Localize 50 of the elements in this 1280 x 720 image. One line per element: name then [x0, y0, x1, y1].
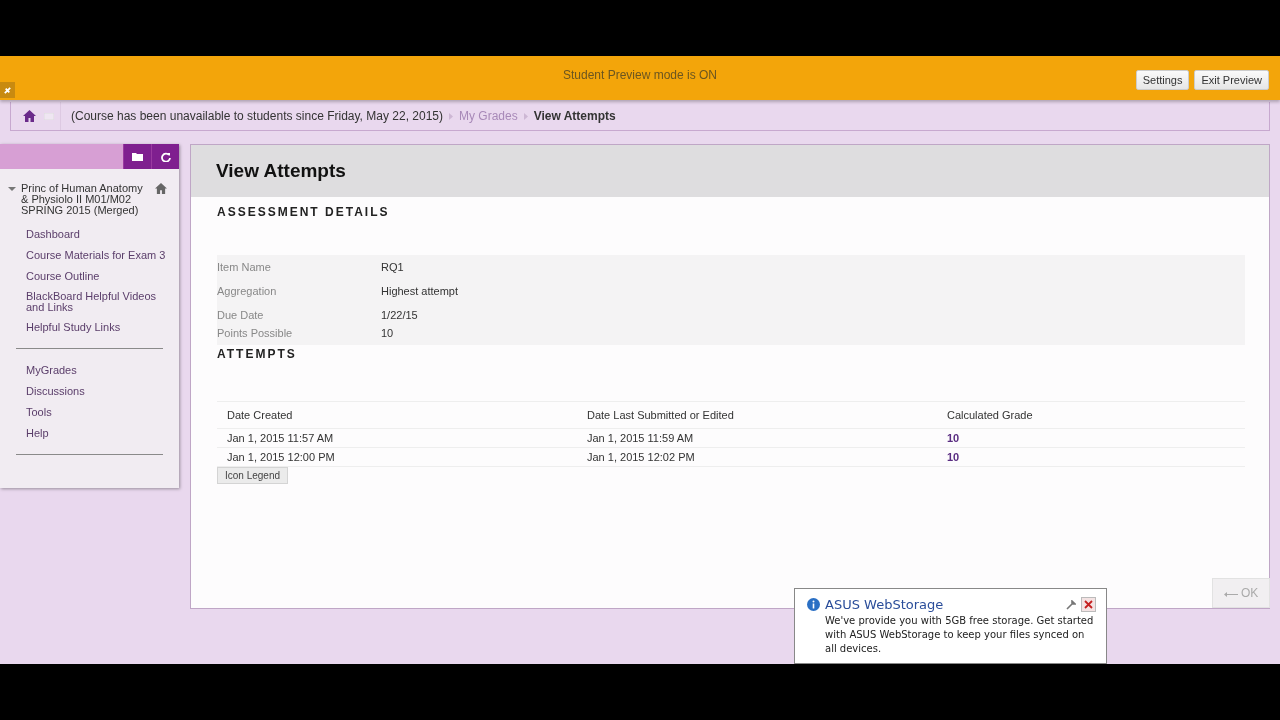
home-icon: [23, 110, 36, 122]
course-title[interactable]: Princ of Human Anatomy & Physiolo II M01/M02 SPRING 2015 (Merged): [21, 183, 151, 216]
page-title: View Attempts: [216, 160, 346, 182]
column-header: Date Last Submitted or Edited: [587, 409, 735, 421]
section-heading: ASSESSMENT DETAILS: [217, 205, 391, 219]
column-header: Date Created: [227, 409, 294, 421]
arrow-icon: [1223, 592, 1238, 597]
close-button[interactable]: [1081, 597, 1096, 612]
table-cell-text: Jan 1, 2015 12:02 PM: [587, 451, 696, 463]
detail-label: Points Possible: [217, 327, 294, 339]
breadcrumb-text: (Course has been unavailable to students since Friday, May 22, 2015): [71, 109, 443, 123]
breadcrumb-text: View Attempts: [533, 109, 616, 123]
detail-value: RQ1: [381, 261, 404, 273]
grade-link[interactable]: 10: [947, 451, 1245, 463]
preview-button[interactable]: Exit Preview: [1194, 70, 1269, 90]
notification-title: ASUS WebStorage: [825, 597, 945, 612]
folder-icon: [132, 152, 143, 161]
detail-label: Aggregation: [217, 285, 278, 297]
detail-value: 10: [381, 327, 394, 339]
info-icon: [807, 598, 820, 611]
menu-link[interactable]: MyGrades: [26, 360, 166, 381]
menu-link[interactable]: Tools: [26, 402, 166, 423]
menu-link[interactable]: Help: [26, 423, 166, 444]
menu-link[interactable]: Helpful Study Links: [26, 317, 166, 338]
chevron-icon: [523, 112, 528, 120]
preview-button[interactable]: Settings: [1135, 70, 1190, 90]
table-cell-text: Jan 1, 2015 11:57 AM: [227, 432, 335, 444]
home-icon: [155, 183, 167, 194]
section-heading: ATTEMPTS: [217, 347, 298, 361]
wrench-icon[interactable]: [1066, 599, 1076, 610]
folder-view-button[interactable]: [123, 144, 151, 169]
table-cell-text: Jan 1, 2015 11:59 AM: [587, 432, 695, 444]
icon-legend-button[interactable]: Icon Legend: [217, 467, 289, 484]
detail-label: Due Date: [217, 309, 265, 321]
detail-value: Highest attempt: [381, 285, 459, 297]
menu-link[interactable]: Course Outline: [26, 266, 166, 287]
detail-label: Item Name: [217, 261, 272, 273]
menu-link[interactable]: Course Materials for Exam 3: [26, 245, 166, 266]
grade-link[interactable]: 10: [947, 432, 1245, 444]
column-header: Calculated Grade: [947, 409, 1034, 421]
preview-message: Student Preview mode is ON: [562, 68, 718, 82]
refresh-button[interactable]: [151, 144, 179, 169]
refresh-icon: [160, 151, 171, 162]
detail-value: 1/22/15: [381, 309, 418, 321]
chevron-icon: [449, 112, 453, 120]
menu-link[interactable]: BlackBoard Helpful Videos and Links: [26, 287, 166, 317]
menu-link[interactable]: Discussions: [26, 381, 166, 402]
menu-link[interactable]: Dashboard: [26, 224, 166, 245]
notification-message: We've provide you with 5GB free storage. Get started with ASUS WebStorage to keep your files synced on all devices.: [825, 614, 1095, 656]
table-cell-text: Jan 1, 2015 12:00 PM: [227, 451, 336, 463]
